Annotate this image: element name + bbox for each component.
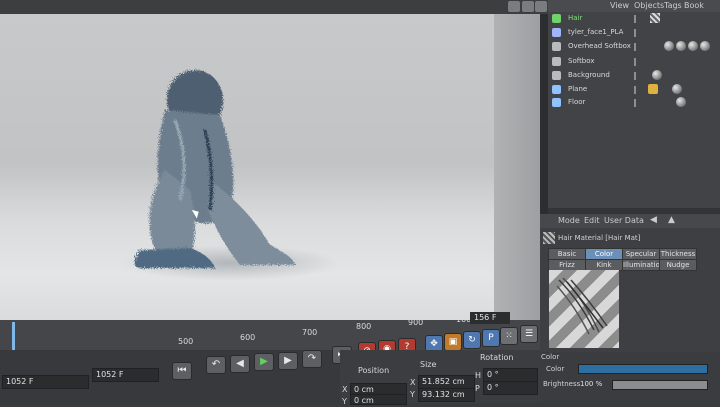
compositing-tag[interactable] — [648, 84, 658, 94]
visibility-dots[interactable] — [634, 43, 640, 51]
viewport-toolbar — [0, 0, 548, 14]
menu-edit[interactable]: Edit — [584, 216, 600, 225]
background-object-icon — [552, 71, 561, 80]
brightness-label: Brightness — [543, 380, 581, 388]
material-tag[interactable] — [676, 41, 686, 51]
plane-object-icon — [552, 85, 561, 94]
brightness-value[interactable]: 100 % — [580, 380, 602, 388]
rotation-h-label: H — [475, 371, 482, 380]
hair-object-icon — [552, 14, 561, 23]
color-field-label: Color — [546, 365, 565, 373]
object-row-tyler-face[interactable]: tyler_face1_PLA — [552, 27, 720, 38]
scheme-button[interactable]: ☰ — [520, 325, 538, 343]
menu-objects[interactable]: Objects — [634, 1, 664, 10]
zoom-view-icon[interactable] — [522, 1, 534, 12]
object-manager-menu: View Objects Tags Book — [548, 0, 720, 12]
timeline-label: 700 — [302, 328, 318, 337]
color-gradient-bar[interactable] — [578, 364, 708, 374]
viewport[interactable] — [0, 0, 548, 348]
timeline-label: 900 — [408, 318, 424, 327]
visibility-dots[interactable] — [634, 29, 640, 37]
record-rotation-button[interactable]: ↻ — [463, 331, 481, 349]
max-frame-field[interactable]: 1052 F — [92, 368, 159, 382]
size-y-label: Y — [410, 390, 415, 399]
menu-user-data[interactable]: User Data — [604, 216, 644, 225]
object-row-softbox[interactable]: Softbox — [552, 56, 720, 67]
object-row-background[interactable]: Background — [552, 70, 720, 81]
visibility-dots[interactable] — [634, 99, 640, 107]
visibility-dots[interactable] — [634, 72, 640, 80]
visibility-dots[interactable] — [634, 86, 640, 94]
hair-character-model[interactable] — [120, 60, 320, 280]
end-frame-field[interactable]: 156 F — [470, 312, 510, 324]
menu-tags[interactable]: Tags — [664, 1, 682, 10]
object-row-overhead-softbox[interactable]: Overhead Softbox — [552, 41, 720, 52]
section-label: Color — [541, 353, 560, 361]
material-preview[interactable] — [549, 270, 619, 348]
material-tag[interactable] — [672, 84, 682, 94]
position-y-label: Y — [342, 397, 347, 406]
rotate-view-icon[interactable] — [535, 1, 547, 12]
position-y-field[interactable]: 0 cm — [350, 394, 407, 405]
object-row-hair[interactable]: Hair — [552, 13, 720, 24]
next-key-button[interactable]: ↷ — [302, 350, 322, 368]
hair-material-icon — [543, 232, 555, 244]
previous-frame-button[interactable]: ◀ — [230, 355, 250, 373]
floor-object-icon — [552, 98, 561, 107]
material-tag[interactable] — [700, 41, 710, 51]
playhead[interactable] — [12, 322, 15, 352]
material-tag[interactable] — [652, 70, 662, 80]
material-title: Hair Material [Hair Mat] — [558, 234, 641, 242]
menu-mode[interactable]: Mode — [558, 216, 580, 225]
size-header: Size — [420, 360, 437, 369]
record-scale-button[interactable]: ▣ — [444, 333, 462, 351]
timeline-label: 600 — [240, 333, 256, 342]
position-header: Position — [358, 366, 390, 375]
polygon-object-icon — [552, 28, 561, 37]
record-point-level-button[interactable]: ⁙ — [500, 327, 518, 345]
rotation-header: Rotation — [480, 353, 514, 362]
timeline-label: 800 — [356, 322, 372, 331]
record-parameter-button[interactable]: P — [482, 329, 500, 347]
rotation-h-field[interactable]: 0 ° — [483, 368, 538, 382]
object-row-plane[interactable]: Plane — [552, 84, 720, 95]
play-button[interactable]: ▶ — [254, 353, 274, 371]
scene-wall — [494, 14, 540, 332]
visibility-dots[interactable] — [634, 58, 640, 66]
previous-key-button[interactable]: ↶ — [206, 356, 226, 374]
brightness-slider[interactable] — [612, 380, 708, 390]
rotation-p-field[interactable]: 0 ° — [483, 381, 538, 395]
material-tag[interactable] — [676, 97, 686, 107]
tab-nudge[interactable]: Nudge — [659, 259, 697, 271]
material-tag[interactable] — [688, 41, 698, 51]
back-arrow-icon[interactable]: ◀ — [650, 215, 657, 225]
up-arrow-icon[interactable]: ▲ — [668, 215, 675, 225]
hair-material-tag[interactable] — [650, 13, 660, 23]
material-tag[interactable] — [664, 41, 674, 51]
null-object-icon — [552, 42, 561, 51]
menu-view[interactable]: View — [610, 1, 629, 10]
color-section — [540, 352, 720, 403]
size-y-field[interactable]: 93.132 cm — [418, 388, 475, 402]
timeline-label: 500 — [178, 337, 194, 346]
visibility-dots[interactable] — [634, 15, 640, 23]
size-x-field[interactable]: 51.852 cm — [418, 375, 475, 389]
menu-book[interactable]: Book — [684, 1, 704, 10]
attribute-manager-menu: Mode Edit User Data ◀ ▲ — [540, 214, 720, 228]
tab-illumination[interactable]: Illumination — [622, 259, 664, 271]
current-frame-field[interactable]: 1052 F — [2, 375, 89, 389]
hair-strands-preview — [556, 277, 608, 335]
position-x-label: X — [342, 385, 348, 394]
go-to-start-button[interactable]: ⏮ — [172, 362, 192, 380]
next-frame-button[interactable]: ▶ — [278, 352, 298, 370]
object-row-floor[interactable]: Floor — [552, 97, 720, 108]
rotation-p-label: P — [475, 384, 480, 393]
move-view-icon[interactable] — [508, 1, 520, 12]
size-x-label: X — [410, 378, 416, 387]
null-object-icon — [552, 57, 561, 66]
